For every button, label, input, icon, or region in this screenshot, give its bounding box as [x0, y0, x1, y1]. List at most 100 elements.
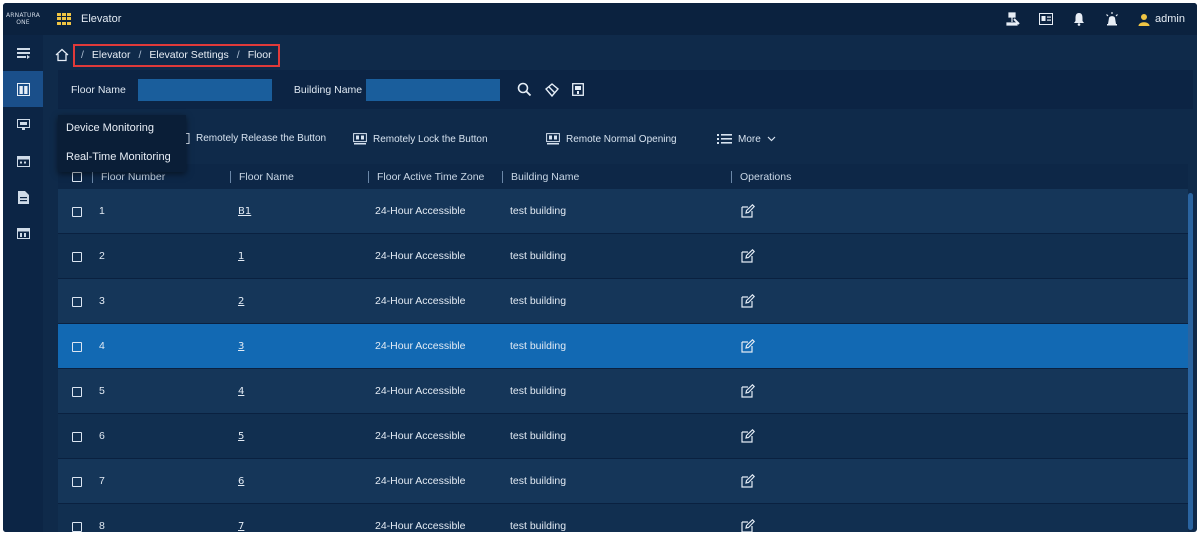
- cell-building-name: test building: [510, 340, 567, 352]
- row-checkbox[interactable]: [72, 207, 82, 217]
- home-icon[interactable]: [55, 48, 69, 62]
- cell-floor-number: 5: [99, 385, 105, 397]
- edit-icon[interactable]: [741, 324, 755, 368]
- table-row[interactable]: 6 5 24-Hour Accessible test building: [58, 414, 1188, 459]
- cell-building-name: test building: [510, 250, 567, 262]
- table-row[interactable]: 3 2 24-Hour Accessible test building: [58, 279, 1188, 324]
- table-row[interactable]: 7 6 24-Hour Accessible test building: [58, 459, 1188, 504]
- user-icon: [1138, 13, 1150, 26]
- action-toolbar: Remotely Release the Button Remotely Loc…: [58, 125, 1188, 155]
- building-name-label: Building Name: [293, 83, 363, 96]
- list-icon: [717, 134, 732, 144]
- nav-elevator-icon[interactable]: [3, 71, 43, 107]
- cell-floor-number: 6: [99, 430, 105, 442]
- cell-floor-name-link[interactable]: 5: [238, 414, 244, 458]
- brand-logo[interactable]: ARNATURA ONE: [3, 3, 43, 35]
- cell-floor-number: 2: [99, 250, 105, 262]
- nav-calendar-icon[interactable]: [3, 143, 43, 179]
- floor-name-label: Floor Name: [71, 83, 126, 96]
- select-all-checkbox[interactable]: [72, 171, 82, 182]
- table-scrollbar[interactable]: [1188, 193, 1193, 530]
- breadcrumb-elevator[interactable]: Elevator: [92, 49, 131, 61]
- menu-item-real-time-monitoring[interactable]: Real-Time Monitoring: [66, 151, 171, 163]
- edit-icon[interactable]: [741, 369, 755, 413]
- row-checkbox[interactable]: [72, 342, 82, 352]
- cell-floor-name-link[interactable]: 4: [238, 369, 244, 413]
- cell-time-zone: 24-Hour Accessible: [375, 520, 466, 532]
- header-operations: Operations: [740, 170, 792, 183]
- table-row[interactable]: 8 7 24-Hour Accessible test building: [58, 504, 1188, 532]
- bell-icon[interactable]: [1072, 12, 1086, 26]
- id-card-icon[interactable]: [1039, 12, 1054, 26]
- cell-floor-name-link[interactable]: B1: [238, 189, 251, 233]
- header-floor-name[interactable]: Floor Name: [239, 171, 294, 183]
- monitoring-dropdown-menu: Device Monitoring Real-Time Monitoring: [58, 115, 186, 172]
- nav-document-icon[interactable]: [3, 179, 43, 215]
- header-time-zone[interactable]: Floor Active Time Zone: [377, 171, 484, 183]
- cell-building-name: test building: [510, 475, 567, 487]
- filter-bar: Floor Name Building Name: [58, 70, 1193, 109]
- remote-release-label: Remotely Release the Button: [196, 133, 327, 144]
- cell-floor-name-link[interactable]: 2: [238, 279, 244, 323]
- table-row[interactable]: 4 3 24-Hour Accessible test building: [58, 324, 1188, 369]
- remote-lock-button[interactable]: Remotely Lock the Button: [353, 133, 488, 145]
- floor-name-input[interactable]: [137, 78, 272, 101]
- edit-icon[interactable]: [741, 414, 755, 458]
- elevator-panel-icon: [353, 133, 367, 145]
- building-name-input[interactable]: [366, 78, 501, 101]
- more-menu-button[interactable]: More: [717, 133, 776, 145]
- search-icon[interactable]: [514, 80, 534, 100]
- breadcrumb-path: / Elevator / Elevator Settings / Floor: [73, 43, 280, 67]
- cell-floor-name-link[interactable]: 6: [238, 459, 244, 503]
- cell-time-zone: 24-Hour Accessible: [375, 295, 466, 307]
- table-row[interactable]: 5 4 24-Hour Accessible test building: [58, 369, 1188, 414]
- edit-icon[interactable]: [741, 234, 755, 278]
- table-row[interactable]: 1 B1 24-Hour Accessible test building: [58, 189, 1188, 234]
- edit-icon[interactable]: [741, 279, 755, 323]
- edit-icon[interactable]: [741, 459, 755, 503]
- breadcrumb-elevator-settings[interactable]: Elevator Settings: [149, 49, 228, 61]
- user-menu[interactable]: admin: [1138, 13, 1185, 26]
- table-header: Floor Number Floor Name Floor Active Tim…: [58, 164, 1188, 189]
- row-checkbox[interactable]: [72, 387, 82, 397]
- cell-building-name: test building: [510, 520, 567, 532]
- row-checkbox[interactable]: [72, 297, 82, 307]
- app-grid-icon[interactable]: [57, 12, 71, 26]
- cell-time-zone: 24-Hour Accessible: [375, 385, 466, 397]
- nav-schedule-icon[interactable]: [3, 215, 43, 251]
- alarm-siren-icon[interactable]: [1105, 12, 1119, 26]
- cell-floor-name-link[interactable]: 3: [238, 324, 244, 368]
- row-checkbox[interactable]: [72, 252, 82, 262]
- cell-floor-number: 7: [99, 475, 105, 487]
- cell-time-zone: 24-Hour Accessible: [375, 430, 466, 442]
- top-bar: ARNATURA ONE Elevator admin: [3, 3, 1197, 35]
- floor-table: Floor Number Floor Name Floor Active Tim…: [58, 164, 1188, 532]
- table-row[interactable]: 2 1 24-Hour Accessible test building: [58, 234, 1188, 279]
- nav-list-icon[interactable]: [3, 35, 43, 71]
- row-checkbox[interactable]: [72, 477, 82, 487]
- remote-normal-opening-button[interactable]: Remote Normal Opening: [546, 133, 677, 145]
- left-nav-rail: [3, 35, 43, 532]
- row-checkbox[interactable]: [72, 432, 82, 442]
- username: admin: [1155, 13, 1185, 25]
- nav-monitor-icon[interactable]: [3, 107, 43, 143]
- cell-floor-name-link[interactable]: 1: [238, 234, 244, 278]
- cell-floor-number: 3: [99, 295, 105, 307]
- clear-filter-icon[interactable]: [542, 80, 562, 100]
- cell-floor-name-link[interactable]: 7: [238, 504, 244, 532]
- cell-floor-number: 8: [99, 520, 105, 532]
- edit-icon[interactable]: [741, 189, 755, 233]
- app-title: Elevator: [81, 13, 122, 25]
- cell-building-name: test building: [510, 295, 567, 307]
- header-floor-number[interactable]: Floor Number: [101, 171, 165, 183]
- remote-release-button[interactable]: Remotely Release the Button: [184, 133, 326, 144]
- menu-item-device-monitoring[interactable]: Device Monitoring: [66, 122, 154, 134]
- export-icon[interactable]: [568, 80, 588, 100]
- auction-hammer-icon[interactable]: [1006, 12, 1020, 26]
- row-checkbox[interactable]: [72, 522, 82, 532]
- edit-icon[interactable]: [741, 504, 755, 532]
- chevron-down-icon: [767, 136, 776, 142]
- app-window: ARNATURA ONE Elevator admin / Elevator /…: [3, 3, 1197, 532]
- logo-text-line2: ONE: [16, 19, 30, 26]
- header-building-name[interactable]: Building Name: [511, 171, 579, 183]
